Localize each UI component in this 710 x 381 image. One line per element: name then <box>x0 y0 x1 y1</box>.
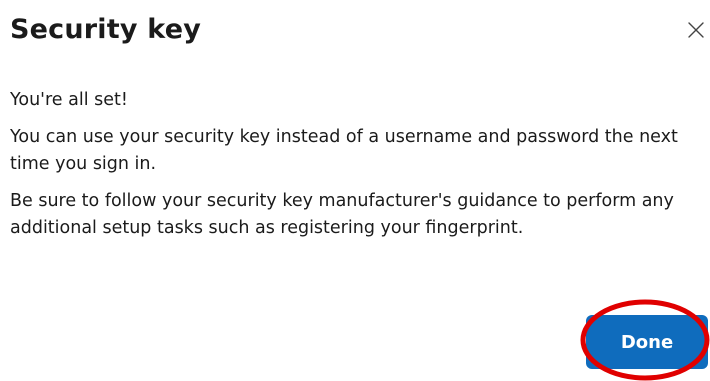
dialog-title: Security key <box>10 14 202 45</box>
status-message: You're all set! <box>10 90 128 110</box>
close-icon <box>688 22 704 38</box>
dialog-body: You're all set! You can use your securit… <box>10 87 690 252</box>
done-button[interactable]: Done <box>586 315 708 369</box>
guidance-message: Be sure to follow your security key manu… <box>10 191 674 238</box>
usage-message: You can use your security key instead of… <box>10 127 678 174</box>
security-key-dialog: Security key You're all set! You can use… <box>0 0 710 381</box>
close-button[interactable] <box>684 18 708 42</box>
